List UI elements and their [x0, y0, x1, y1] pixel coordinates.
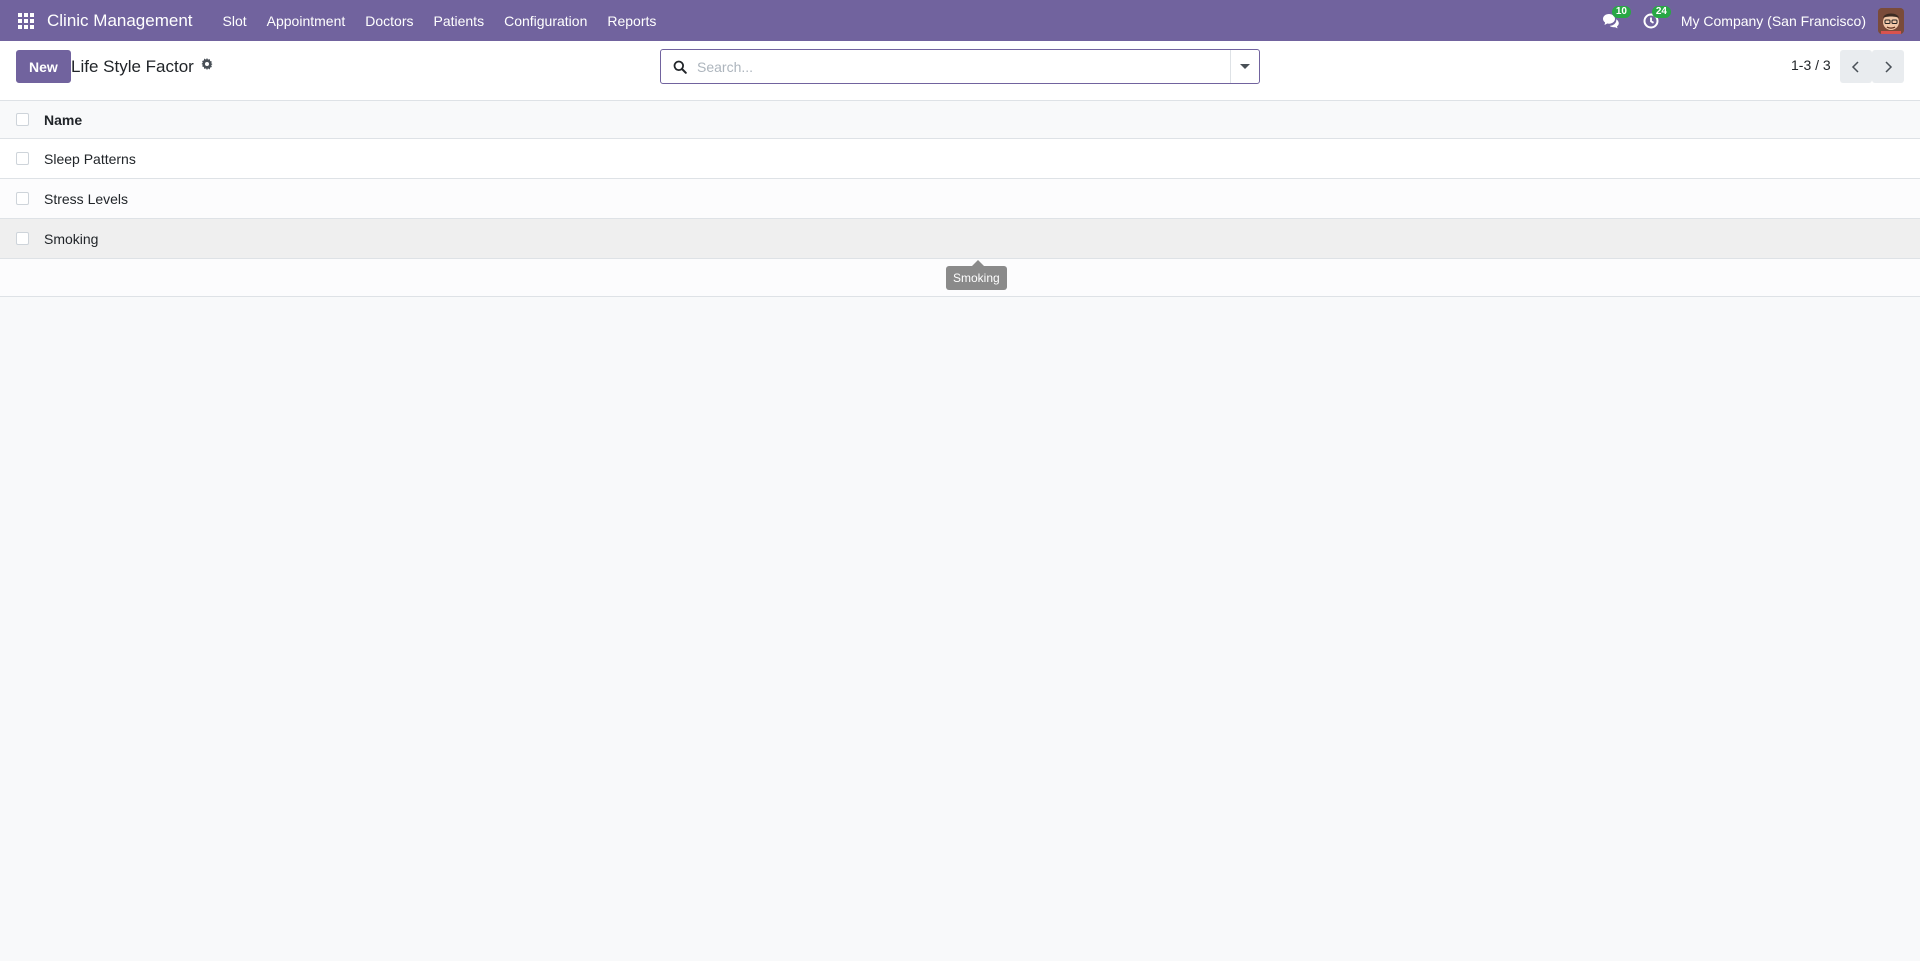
row-checkbox[interactable]	[16, 152, 29, 165]
activities-button[interactable]: 24	[1631, 0, 1671, 41]
messages-badge: 10	[1611, 6, 1631, 18]
activities-badge: 24	[1651, 6, 1671, 18]
table-row[interactable]: Sleep Patterns	[0, 139, 1920, 179]
menu-item-slot[interactable]: Slot	[213, 0, 257, 41]
pager-previous-button[interactable]	[1840, 50, 1872, 83]
apps-menu-icon[interactable]	[13, 8, 39, 34]
chevron-right-icon	[1885, 60, 1893, 73]
table-row[interactable]: Smoking	[0, 219, 1920, 259]
new-button[interactable]: New	[16, 50, 71, 83]
menu-item-reports[interactable]: Reports	[597, 0, 666, 41]
top-navbar: Clinic Management Slot Appointment Docto…	[0, 0, 1920, 41]
control-panel: New Life Style Factor 1-3 / 3	[0, 41, 1920, 101]
gear-icon[interactable]	[199, 56, 215, 72]
search-bar	[660, 49, 1260, 84]
search-icon	[665, 50, 695, 83]
user-avatar[interactable]	[1878, 7, 1904, 34]
app-brand[interactable]: Clinic Management	[47, 11, 193, 31]
tooltip-text: Smoking	[946, 266, 1007, 290]
menu-item-appointment[interactable]: Appointment	[257, 0, 356, 41]
row-checkbox[interactable]	[16, 192, 29, 205]
table-header: Name	[0, 101, 1920, 139]
row-name-cell[interactable]: Smoking	[44, 231, 98, 247]
row-name-cell[interactable]: Sleep Patterns	[44, 151, 136, 167]
messaging-button[interactable]: 10	[1591, 0, 1631, 41]
page-title: Life Style Factor	[71, 57, 194, 76]
search-options-toggle[interactable]	[1230, 50, 1259, 83]
row-tooltip: Smoking	[946, 260, 1007, 290]
main-menu: Slot Appointment Doctors Patients Config…	[213, 0, 667, 41]
caret-down-icon	[1240, 64, 1250, 69]
tooltip-arrow	[972, 260, 984, 266]
row-checkbox[interactable]	[16, 232, 29, 245]
chevron-left-icon	[1851, 60, 1859, 73]
pager-next-button[interactable]	[1872, 50, 1904, 83]
search-input[interactable]	[695, 50, 1230, 83]
select-all-checkbox[interactable]	[16, 113, 29, 126]
row-name-cell[interactable]: Stress Levels	[44, 191, 128, 207]
table-row[interactable]: Stress Levels	[0, 179, 1920, 219]
column-header-name[interactable]: Name	[44, 112, 82, 128]
menu-item-configuration[interactable]: Configuration	[494, 0, 597, 41]
systray: 10 24 My Company (San Francisco)	[1591, 0, 1920, 41]
avatar-icon	[1878, 7, 1904, 34]
company-switcher[interactable]: My Company (San Francisco)	[1671, 13, 1878, 29]
pager-value[interactable]: 1-3 / 3	[1791, 57, 1831, 73]
menu-item-patients[interactable]: Patients	[423, 0, 494, 41]
menu-item-doctors[interactable]: Doctors	[355, 0, 423, 41]
